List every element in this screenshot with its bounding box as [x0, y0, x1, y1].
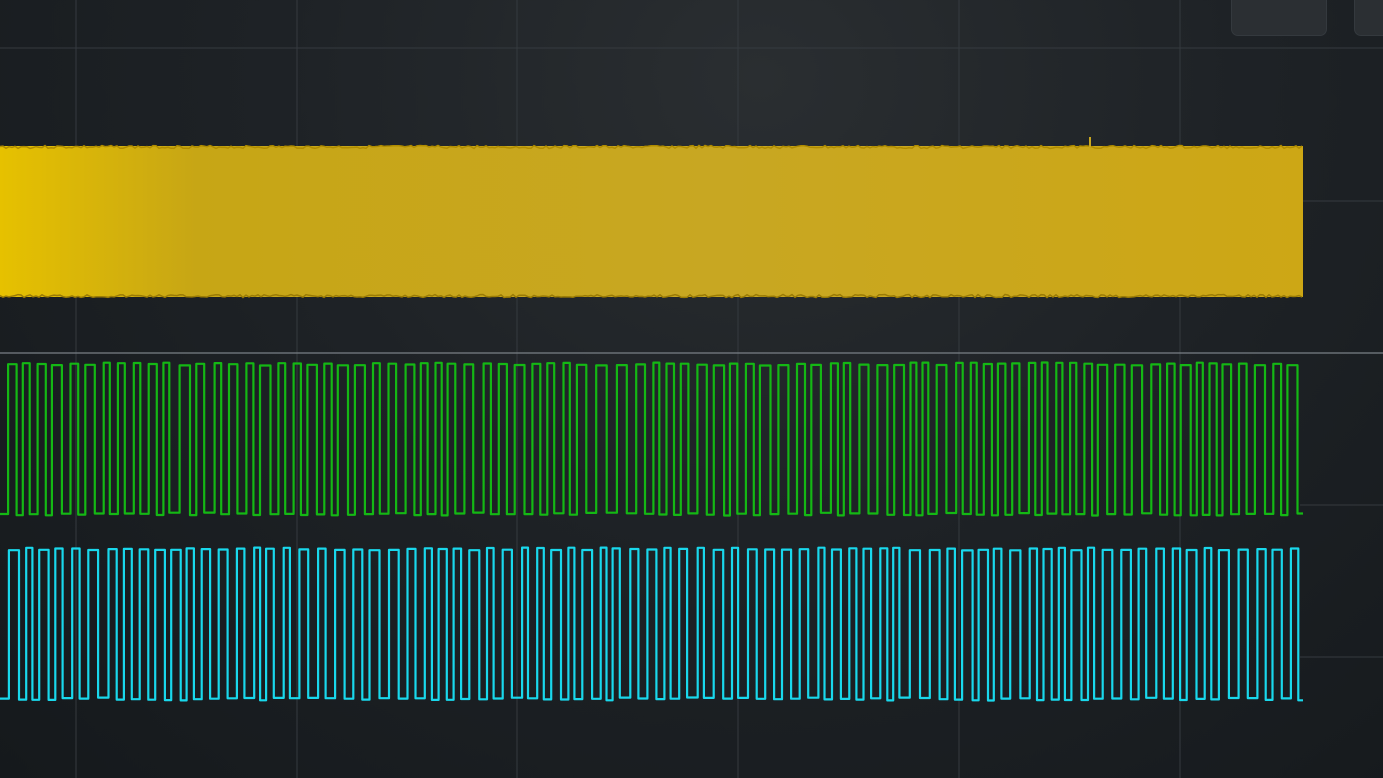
toolbar-button-partial[interactable] [1354, 0, 1383, 36]
channel-1-trace-band [0, 146, 1303, 297]
channel-2-green-trace [0, 361, 1303, 517]
oscilloscope-display [0, 0, 1383, 778]
channel-3-cyan-trace [0, 546, 1303, 702]
refresh-button[interactable] [1231, 0, 1327, 36]
channel-1-yellow-trace [0, 137, 1303, 299]
